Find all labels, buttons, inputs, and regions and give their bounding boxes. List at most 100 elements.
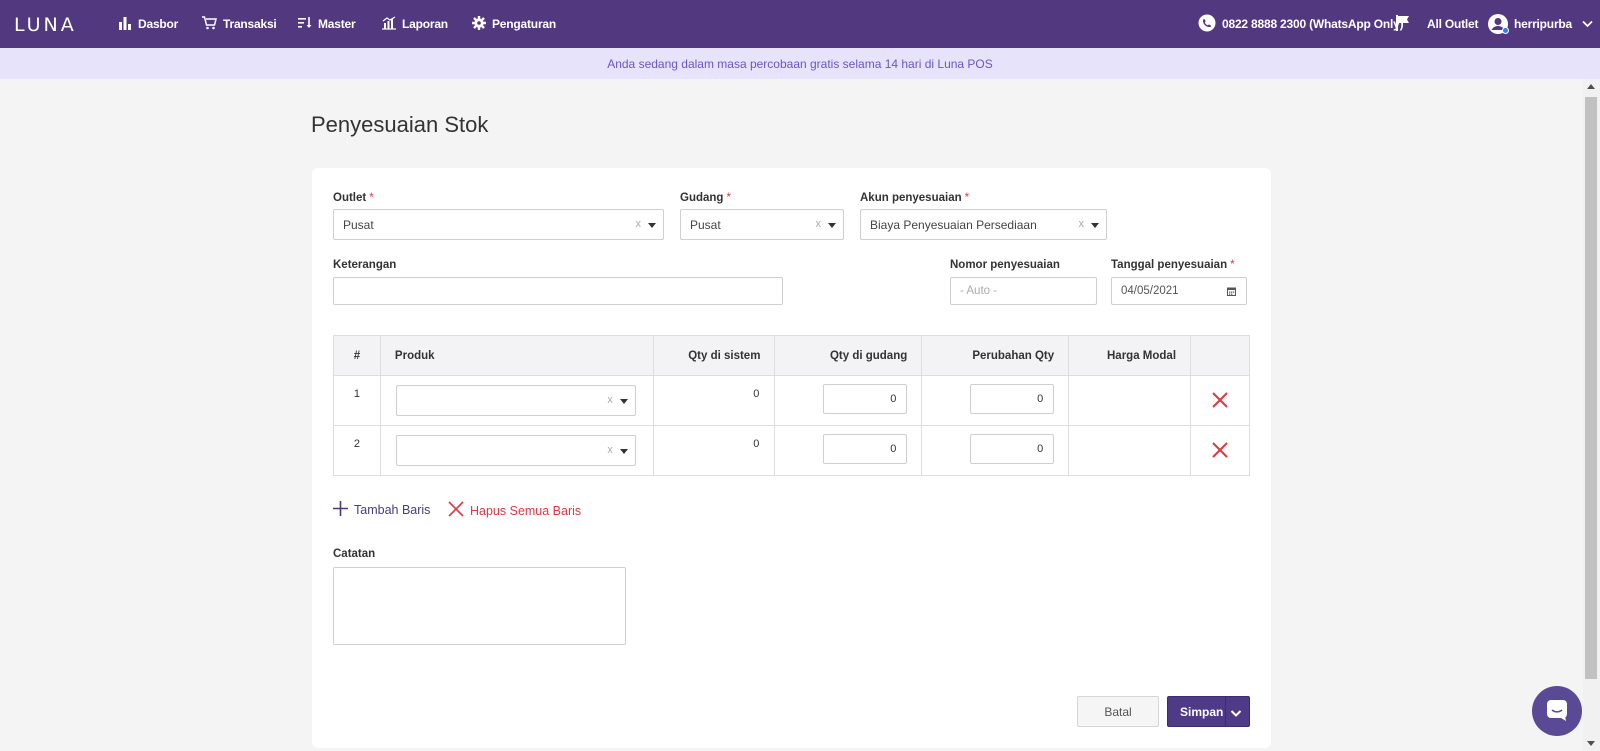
qty-sistem-cell: 0 [652,425,776,476]
harga-modal-cell [1068,375,1192,426]
scroll-up-arrow-icon[interactable] [1587,84,1595,89]
calendar-icon[interactable] [1227,287,1236,299]
qty-sistem-cell: 0 [652,375,776,426]
clear-icon[interactable]: x [1079,218,1085,230]
bar-chart-icon [118,16,132,33]
close-icon [448,501,464,520]
cancel-button[interactable]: Batal [1077,696,1159,727]
clear-icon[interactable]: x [607,394,613,406]
col-header-produk: Produk [379,335,654,376]
scroll-down-arrow-icon[interactable] [1587,741,1595,746]
gudang-select-value: Pusat [690,217,721,232]
perubahan-cell: 0 [921,375,1070,426]
tanggal-value: 04/05/2021 [1121,285,1179,297]
caret-down-icon [828,223,836,228]
plus-icon [333,501,348,519]
user-name: herripurba [1514,17,1573,31]
gudang-select[interactable]: Pusat x [680,209,844,240]
required-mark: * [964,192,970,204]
tanggal-input[interactable]: 04/05/2021 [1111,277,1247,305]
akun-select[interactable]: Biaya Penyesuaian Persediaan x [860,209,1107,240]
akun-label: Akun penyesuaian * [860,192,970,204]
nav-laporan[interactable]: Laporan [382,0,448,48]
col-header-qty-gudang: Qty di gudang [774,335,923,376]
outlet-select[interactable]: Pusat x [333,209,664,240]
nav-dasbor-label: Dasbor [138,17,179,31]
add-row-button[interactable]: Tambah Baris [333,501,430,519]
caret-down-icon [619,449,628,454]
caret-down-icon [1091,223,1099,228]
save-button[interactable]: Simpan [1167,696,1250,727]
outlet-select-value: Pusat [343,217,374,232]
table-header-row: # Produk Qty di sistem Qty di gudang Per… [333,335,1250,376]
clear-icon[interactable]: x [607,444,613,456]
scroll-thumb[interactable] [1585,97,1597,679]
delete-row-icon[interactable] [1211,391,1229,409]
flag-button[interactable] [1396,0,1410,48]
harga-modal-cell [1068,425,1192,476]
luna-logo[interactable]: LUNA [14,14,77,36]
outlet-selector-label: All Outlet [1427,17,1479,31]
akun-select-value: Biaya Penyesuaian Persediaan [870,217,1037,232]
gear-icon [472,15,486,33]
user-avatar-icon [1488,14,1509,34]
chat-icon [1545,698,1569,725]
whatsapp-icon [1198,14,1216,35]
top-navbar: LUNA Dasbor Transaksi Master Laporan Pen… [0,0,1600,48]
chat-button[interactable] [1532,686,1582,736]
user-menu[interactable]: herripurba [1488,0,1593,48]
catatan-label: Catatan [333,548,376,560]
col-header-actions [1190,335,1250,376]
row-number: 2 [333,425,381,476]
required-mark: * [1230,259,1235,271]
nav-master[interactable]: Master [298,0,356,48]
caret-down-icon [648,223,656,228]
outlet-selector[interactable]: All Outlet [1427,0,1479,48]
clear-icon[interactable]: x [636,218,642,230]
flag-icon [1396,14,1410,34]
page-title: Penyesuaian Stok [311,112,489,137]
perubahan-input[interactable]: 0 [970,384,1055,414]
qty-gudang-input[interactable]: 0 [823,434,908,464]
add-row-label: Tambah Baris [354,503,431,517]
qty-gudang-cell: 0 [774,425,923,476]
sort-icon [298,16,312,33]
nomor-input[interactable]: - Auto - [950,277,1097,305]
col-header-perubahan: Perubahan Qty [921,335,1070,376]
gudang-label: Gudang * [680,192,731,204]
required-mark: * [369,192,374,204]
whatsapp-contact[interactable]: 0822 8888 2300 (WhatsApp Only) [1198,0,1404,48]
nav-transaksi-label: Transaksi [223,17,277,31]
delete-row-icon[interactable] [1211,441,1229,459]
save-button-label: Simpan [1180,704,1224,719]
nomor-label: Nomor penyesuaian [950,259,1060,271]
product-table: # Produk Qty di sistem Qty di gudang Per… [333,335,1250,476]
save-options-chevron-icon[interactable] [1230,707,1242,721]
outlet-label: Outlet * [333,192,374,204]
required-mark: * [726,192,731,204]
keterangan-input[interactable] [333,277,783,305]
actions-cell [1190,375,1250,426]
online-dot [1502,27,1509,34]
actions-cell [1190,425,1250,476]
page-scrollbar[interactable] [1583,79,1600,751]
nav-pengaturan-label: Pengaturan [492,17,557,31]
produk-cell: x [379,375,654,426]
perubahan-input[interactable]: 0 [970,434,1055,464]
chevron-down-icon [1582,17,1593,31]
nav-pengaturan[interactable]: Pengaturan [472,0,556,48]
catatan-textarea[interactable] [333,567,626,645]
whatsapp-number: 0822 8888 2300 (WhatsApp Only) [1222,17,1404,31]
trial-banner-text: Anda sedang dalam masa percobaan gratis … [607,56,993,71]
delete-all-rows-button[interactable]: Hapus Semua Baris [448,501,581,520]
trial-banner: Anda sedang dalam masa percobaan gratis … [0,48,1600,79]
clear-icon[interactable]: x [816,218,822,230]
produk-select[interactable]: x [395,435,636,466]
qty-gudang-input[interactable]: 0 [823,384,908,414]
produk-select[interactable]: x [395,385,636,416]
col-header-no: # [333,335,381,376]
nav-dasbor[interactable]: Dasbor [118,0,178,48]
nav-transaksi[interactable]: Transaksi [202,0,277,48]
keterangan-label: Keterangan [333,259,397,271]
qty-gudang-cell: 0 [774,375,923,426]
